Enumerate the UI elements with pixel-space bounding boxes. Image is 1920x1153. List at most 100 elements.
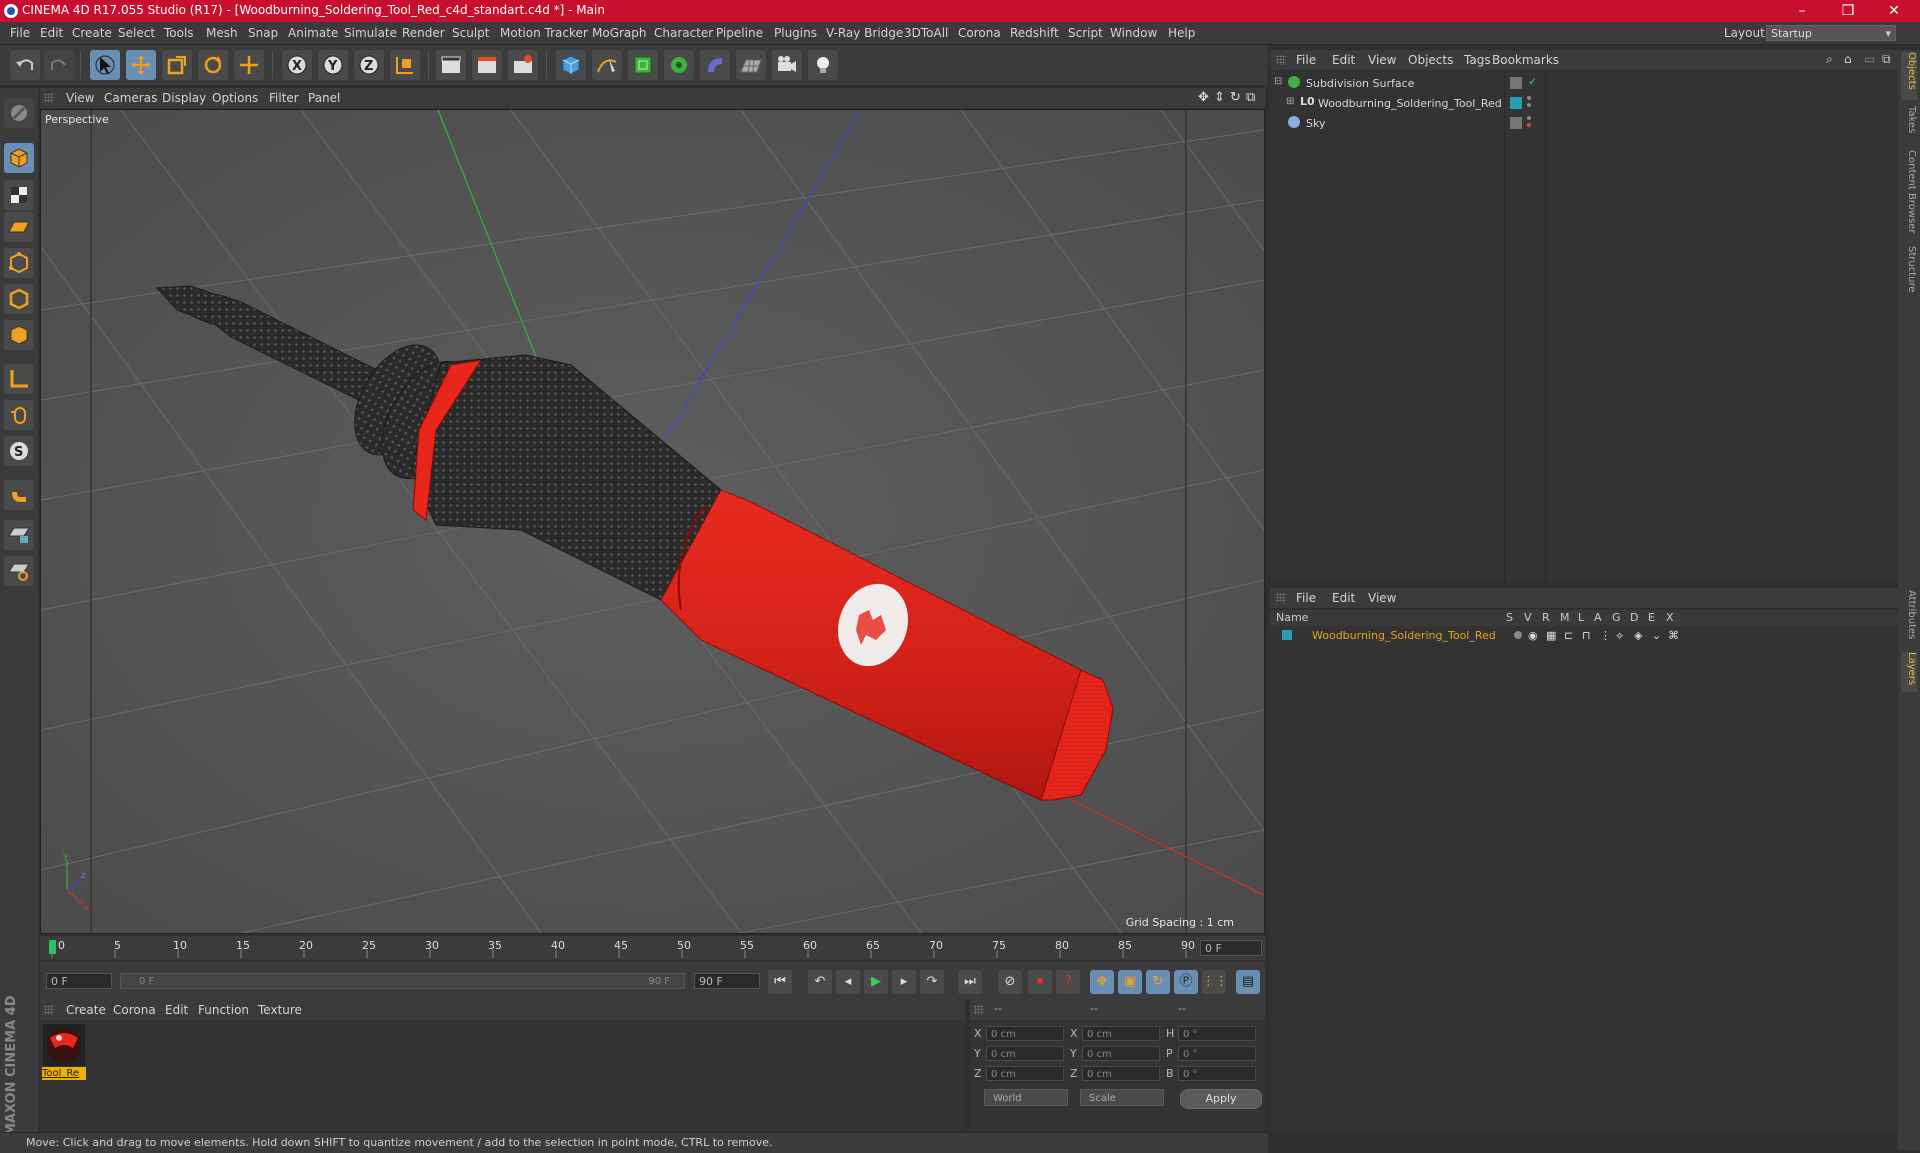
column-manager[interactable]: M: [1560, 611, 1570, 624]
layer-row[interactable]: Woodburning_Soldering_Tool_Red ◉ ▦ ⊏ ⊓ ⋮…: [1270, 627, 1898, 644]
rotation-p-field[interactable]: 0 °: [1178, 1046, 1256, 1061]
layer-color-icon[interactable]: [1510, 97, 1522, 109]
tree-expand-icon[interactable]: ⊞: [1286, 96, 1294, 107]
menu-vray-bridge[interactable]: V-Ray Bridge: [826, 26, 903, 40]
visibility-dot-icon[interactable]: [1527, 116, 1531, 120]
xref-icon[interactable]: ⌘: [1668, 629, 1679, 642]
tab-content-browser[interactable]: Content Browser: [1901, 150, 1917, 242]
object-row-sky[interactable]: Sky: [1270, 114, 1898, 133]
expand-panel-icon[interactable]: ⧉: [1882, 52, 1891, 67]
camera-button[interactable]: [772, 50, 802, 80]
size-z-field[interactable]: 0 cm: [1082, 1066, 1160, 1081]
column-generators[interactable]: G: [1612, 611, 1621, 624]
material-menu-corona[interactable]: Corona: [113, 1003, 156, 1017]
edges-mode-button[interactable]: [4, 284, 34, 314]
record-point-level-button[interactable]: ⋮⋮: [1202, 970, 1228, 994]
material-menu-texture[interactable]: Texture: [258, 1003, 302, 1017]
menu-animate[interactable]: Animate: [288, 26, 338, 40]
record-rotation-button[interactable]: ↻: [1146, 970, 1170, 994]
end-frame-field[interactable]: 90 F: [694, 973, 760, 989]
menu-corona[interactable]: Corona: [958, 26, 1001, 40]
eye-icon[interactable]: ◉: [1528, 629, 1538, 642]
column-deformers[interactable]: D: [1630, 611, 1638, 624]
menu-create[interactable]: Create: [72, 26, 112, 40]
viewport-menu-filter[interactable]: Filter: [269, 91, 299, 105]
column-xref[interactable]: X: [1666, 611, 1674, 624]
menu-render[interactable]: Render: [402, 26, 445, 40]
points-mode-button[interactable]: [4, 248, 34, 278]
keyframe-selection-button[interactable]: ⊘: [998, 970, 1022, 994]
object-row-soldering-tool[interactable]: ⊞ L0 Woodburning_Soldering_Tool_Red: [1270, 94, 1898, 113]
render-dot-icon[interactable]: [1527, 123, 1531, 127]
x-axis-lock-button[interactable]: X: [282, 50, 312, 80]
position-y-field[interactable]: 0 cm: [986, 1046, 1064, 1061]
rotation-h-field[interactable]: 0 °: [1178, 1026, 1256, 1041]
tweak-mode-button[interactable]: [4, 400, 34, 430]
viewport-rotate-icon[interactable]: ↻: [1230, 90, 1241, 105]
menu-window[interactable]: Window: [1110, 26, 1157, 40]
spline-pen-button[interactable]: [592, 50, 622, 80]
transform-tool-button[interactable]: [234, 50, 264, 80]
menu-edit[interactable]: Edit: [40, 26, 63, 40]
size-mode-dropdown[interactable]: Scale: [1080, 1089, 1164, 1106]
menu-script[interactable]: Script: [1068, 26, 1103, 40]
menu-mesh[interactable]: Mesh: [206, 26, 238, 40]
tab-attributes[interactable]: Attributes: [1901, 590, 1917, 648]
menu-mograph[interactable]: MoGraph: [592, 26, 647, 40]
previous-key-button[interactable]: ↶: [808, 970, 832, 994]
redo-button[interactable]: [44, 50, 74, 80]
texture-mode-button[interactable]: [4, 180, 34, 210]
maximize-button[interactable]: ❐: [1826, 0, 1870, 22]
workplane-mode-button[interactable]: [4, 212, 34, 242]
layers-menu-view[interactable]: View: [1368, 591, 1396, 605]
tab-objects[interactable]: Objects: [1901, 52, 1917, 100]
menu-snap[interactable]: Snap: [248, 26, 278, 40]
viewport-menu-cameras[interactable]: Cameras: [104, 91, 157, 105]
preview-range-slider[interactable]: 0 F 90 F: [120, 973, 685, 989]
record-position-button[interactable]: ✥: [1090, 970, 1114, 994]
viewport-menu-display[interactable]: Display: [162, 91, 206, 105]
size-y-field[interactable]: 0 cm: [1082, 1046, 1160, 1061]
deformer-button[interactable]: [700, 50, 730, 80]
y-axis-lock-button[interactable]: Y: [318, 50, 348, 80]
menu-sculpt[interactable]: Sculpt: [452, 26, 489, 40]
z-axis-lock-button[interactable]: Z: [354, 50, 384, 80]
position-z-field[interactable]: 0 cm: [986, 1066, 1064, 1081]
column-expressions[interactable]: E: [1648, 611, 1655, 624]
go-to-end-button[interactable]: ⏭: [958, 970, 982, 994]
coordinate-system-button[interactable]: [390, 50, 420, 80]
column-view[interactable]: V: [1524, 611, 1532, 624]
live-selection-button[interactable]: [90, 50, 120, 80]
tab-layers[interactable]: Layers: [1901, 652, 1917, 692]
record-active-objects-button[interactable]: ⏺: [1028, 970, 1052, 994]
column-locked[interactable]: L: [1578, 611, 1584, 624]
material-menu-edit[interactable]: Edit: [165, 1003, 188, 1017]
layer-color-icon[interactable]: [1282, 630, 1292, 640]
make-editable-button[interactable]: [4, 98, 34, 128]
render-clapboard-icon[interactable]: ▦: [1546, 629, 1556, 642]
floor-button[interactable]: [736, 50, 766, 80]
subdivision-surface-button[interactable]: [628, 50, 658, 80]
objects-menu-edit[interactable]: Edit: [1332, 53, 1355, 67]
search-icon[interactable]: ⌕: [1826, 52, 1833, 67]
new-view-icon[interactable]: ▭: [1864, 52, 1875, 66]
scale-tool-button[interactable]: [162, 50, 192, 80]
viewport-maximize-icon[interactable]: ⧉: [1246, 90, 1255, 105]
manager-icon[interactable]: ⊏: [1564, 629, 1573, 642]
layout-dropdown[interactable]: Startup: [1766, 25, 1896, 42]
autokeying-button[interactable]: ?: [1056, 970, 1080, 994]
viewport-menu-panel[interactable]: Panel: [308, 91, 340, 105]
menu-3dtoall[interactable]: 3DToAll: [904, 26, 948, 40]
expression-icon[interactable]: ⌄: [1652, 629, 1661, 642]
polygons-mode-button[interactable]: [4, 320, 34, 350]
planar-workplane-button[interactable]: [4, 556, 34, 586]
viewport-menu-options[interactable]: Options: [212, 91, 258, 105]
objects-menu-view[interactable]: View: [1368, 53, 1396, 67]
locked-workplane-button[interactable]: [4, 520, 34, 550]
viewport-move-icon[interactable]: ✥: [1198, 90, 1209, 105]
tab-structure[interactable]: Structure: [1901, 246, 1917, 302]
enable-axis-button[interactable]: [4, 364, 34, 394]
home-icon[interactable]: ⌂: [1844, 52, 1852, 66]
render-to-picture-viewer-button[interactable]: [472, 50, 502, 80]
cube-primitive-button[interactable]: [556, 50, 586, 80]
